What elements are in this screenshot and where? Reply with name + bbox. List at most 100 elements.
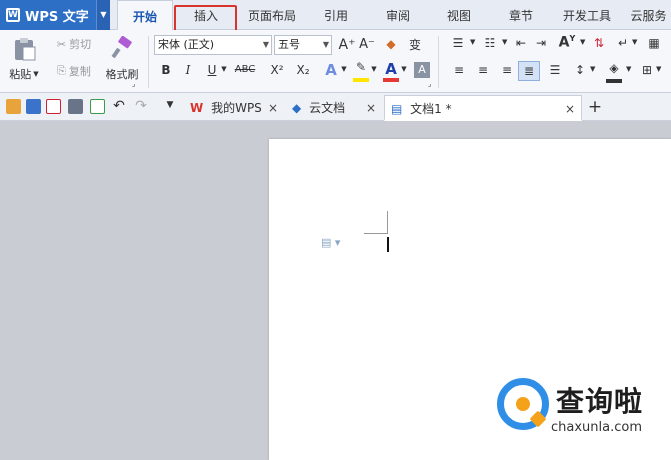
- subscript-button[interactable]: X₂: [292, 63, 314, 77]
- doc-tab-document1[interactable]: ▤ 文档1 * ×: [384, 95, 582, 121]
- undo-icon[interactable]: ↶: [112, 98, 126, 114]
- font-size-value: 五号: [278, 38, 300, 51]
- cut-label: 剪切: [69, 38, 92, 51]
- paint-bucket-icon: ◈: [609, 61, 619, 75]
- chevron-down-icon[interactable]: ▼: [580, 38, 585, 46]
- copy-icon: ⎘: [57, 64, 66, 77]
- font-size-select[interactable]: 五号 ▼: [274, 35, 332, 55]
- chevron-down-icon[interactable]: ▼: [340, 65, 348, 73]
- document-icon: ▤: [391, 102, 403, 116]
- highlighter-icon: ✎: [355, 60, 367, 74]
- highlight-color-bar: [353, 78, 369, 82]
- clear-format-icon[interactable]: ◆: [382, 37, 400, 51]
- tab-review[interactable]: 审阅: [372, 0, 424, 30]
- shading-button[interactable]: ◈: [604, 61, 624, 83]
- underline-button[interactable]: U: [204, 63, 220, 77]
- wps-logo-icon: W: [190, 101, 204, 115]
- show-marks-icon[interactable]: ↵: [614, 36, 632, 50]
- doc-tab-cloud-docs[interactable]: ◆ 云文档 ×: [286, 95, 382, 121]
- new-tab-button[interactable]: +: [586, 97, 604, 117]
- shrink-font-button[interactable]: A⁻: [358, 37, 376, 52]
- clipboard-icon: [15, 38, 36, 61]
- chevron-down-icon[interactable]: ▼: [656, 65, 661, 73]
- change-case-icon[interactable]: AY: [556, 34, 578, 51]
- close-icon[interactable]: ×: [268, 95, 278, 121]
- dialog-launcher-icon[interactable]: ⌟: [132, 80, 135, 88]
- margin-corner-mark: [387, 211, 388, 233]
- align-right-icon[interactable]: ≡: [498, 63, 516, 77]
- print-preview-icon[interactable]: [90, 99, 105, 114]
- chevron-down-icon[interactable]: ▼: [400, 65, 408, 73]
- cut-button[interactable]: ✂ 剪切: [50, 35, 98, 53]
- chevron-down-icon[interactable]: ▼: [96, 0, 110, 30]
- watermark-url: chaxunla.com: [551, 420, 642, 435]
- cube-icon: ◆: [292, 101, 302, 115]
- format-painter-icon[interactable]: [104, 34, 140, 62]
- tab-home[interactable]: 开始: [117, 0, 173, 31]
- font-color-button[interactable]: A: [382, 60, 400, 82]
- dialog-launcher-icon[interactable]: ⌟: [428, 80, 431, 88]
- numbered-list-icon[interactable]: ☷: [478, 36, 502, 50]
- chevron-down-icon[interactable]: ▼: [632, 38, 637, 46]
- superscript-button[interactable]: X²: [266, 63, 288, 77]
- paste-label: 粘贴: [9, 68, 32, 81]
- menu-tab-bar: W WPS 文字 ▼ 开始 插入 页面布局 引用 审阅 视图 章节 开发工具 云…: [0, 0, 671, 31]
- copy-button[interactable]: ⎘ 复制: [50, 62, 98, 80]
- align-left-icon[interactable]: ≡: [450, 63, 468, 77]
- chevron-down-icon[interactable]: ▼: [626, 65, 631, 73]
- phonetic-label: 变: [408, 38, 421, 52]
- close-icon[interactable]: ×: [366, 95, 376, 121]
- customize-toolbar-icon[interactable]: ▼: [164, 100, 176, 110]
- distribute-icon[interactable]: ☰: [546, 63, 564, 77]
- copy-label: 复制: [68, 65, 91, 78]
- increase-indent-icon[interactable]: ⇥: [532, 36, 550, 50]
- highlight-color-button[interactable]: ✎: [352, 60, 370, 82]
- doc-tab-label: 文档1 *: [410, 102, 452, 116]
- chevron-down-icon: ▼: [322, 40, 329, 49]
- bullet-list-icon[interactable]: ☰: [446, 36, 470, 50]
- font-name-select[interactable]: 宋体 (正文) ▼: [154, 35, 272, 55]
- close-icon[interactable]: ×: [565, 96, 575, 122]
- chevron-down-icon[interactable]: ▼: [470, 38, 475, 46]
- italic-button[interactable]: I: [180, 63, 196, 77]
- decrease-indent-icon[interactable]: ⇤: [512, 36, 530, 50]
- chevron-down-icon[interactable]: ▼: [370, 65, 378, 73]
- character-shading-button[interactable]: A: [414, 62, 430, 78]
- paste-label-button[interactable]: 粘贴 ▼: [4, 66, 44, 82]
- sort-icon[interactable]: ⇅: [590, 36, 608, 50]
- insert-tab-highlight: [174, 5, 237, 33]
- tab-developer[interactable]: 开发工具: [556, 0, 618, 30]
- chevron-down-icon: ▼: [262, 40, 269, 49]
- app-menu-button[interactable]: W WPS 文字 ▼: [0, 0, 110, 30]
- table-icon[interactable]: ▦: [644, 36, 664, 50]
- justify-icon[interactable]: ≣: [518, 61, 540, 81]
- chevron-down-icon[interactable]: ▼: [220, 65, 228, 73]
- chevron-down-icon[interactable]: ▼: [502, 38, 507, 46]
- doc-tab-my-wps[interactable]: W 我的WPS ×: [184, 95, 284, 121]
- text-effect-button[interactable]: A: [322, 61, 340, 79]
- borders-icon[interactable]: ⊞: [638, 63, 656, 77]
- open-folder-icon[interactable]: [6, 99, 21, 114]
- paragraph-layout-icon[interactable]: ▤ ▾: [321, 236, 340, 249]
- watermark-title: 查询啦: [556, 385, 644, 418]
- line-spacing-icon[interactable]: ↕: [570, 63, 590, 77]
- save-icon[interactable]: [26, 99, 41, 114]
- align-center-icon[interactable]: ≡: [474, 63, 492, 77]
- divider: [438, 36, 439, 88]
- bold-button[interactable]: B: [158, 63, 174, 77]
- strikethrough-button[interactable]: ABC: [230, 64, 260, 75]
- app-name: WPS 文字: [25, 9, 89, 25]
- tab-sections[interactable]: 章节: [496, 0, 546, 30]
- export-pdf-icon[interactable]: [46, 99, 61, 114]
- chevron-down-icon[interactable]: ▼: [590, 65, 595, 73]
- tab-cloud-service[interactable]: 云服务: [626, 0, 671, 30]
- print-icon[interactable]: [68, 99, 83, 114]
- format-painter-button[interactable]: 格式刷: [100, 66, 144, 82]
- tab-references[interactable]: 引用: [312, 0, 360, 30]
- grow-font-button[interactable]: A⁺: [338, 37, 356, 53]
- phonetic-guide-button[interactable]: 变: [404, 36, 426, 53]
- redo-icon[interactable]: ↷: [134, 98, 148, 114]
- tab-page-layout[interactable]: 页面布局: [240, 0, 304, 30]
- tab-view[interactable]: 视图: [434, 0, 484, 30]
- paste-button[interactable]: [8, 34, 42, 64]
